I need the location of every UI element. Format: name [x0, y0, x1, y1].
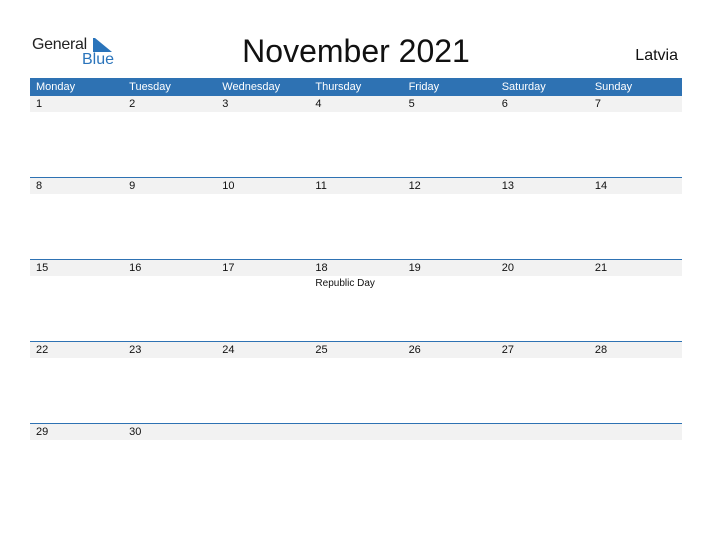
holiday-label — [30, 112, 123, 114]
day-number: 2 — [129, 98, 136, 110]
holiday-label — [403, 440, 496, 442]
day-number: 23 — [129, 344, 142, 356]
holiday-label — [123, 112, 216, 114]
day-number — [496, 424, 589, 440]
holiday-label — [496, 440, 589, 442]
holiday-label — [496, 276, 589, 289]
events-row — [30, 194, 682, 196]
weekday-label: Sunday — [594, 81, 633, 93]
date-strip: 22 23 24 25 26 27 28 — [30, 342, 682, 358]
date-strip: 29 30 — [30, 424, 682, 440]
weekday-label: Tuesday — [129, 81, 171, 93]
holiday-label — [123, 440, 216, 442]
events-row — [30, 112, 682, 114]
holiday-label — [496, 194, 589, 196]
weekday-label: Thursday — [315, 81, 362, 93]
week-row: 22 23 24 25 26 27 28 — [30, 341, 682, 423]
date-strip: 15 16 17 18 19 20 21 — [30, 260, 682, 276]
holiday-label — [216, 194, 309, 196]
day-number: 15 — [36, 262, 49, 274]
day-number: 12 — [408, 180, 421, 192]
day-number — [403, 424, 496, 440]
holiday-label — [589, 194, 682, 196]
holiday-label — [30, 194, 123, 196]
holiday-label — [309, 358, 402, 360]
holiday-label — [589, 112, 682, 114]
week-row: 29 30 — [30, 423, 682, 505]
day-number: 6 — [501, 98, 508, 110]
day-number — [216, 424, 309, 440]
day-number: 10 — [222, 180, 235, 192]
week-row: 15 16 17 18 19 20 21 Republic Day — [30, 259, 682, 341]
holiday-label — [30, 276, 123, 289]
week-row: 8 9 10 11 12 13 14 — [30, 177, 682, 259]
holiday-label — [309, 194, 402, 196]
day-number: 1 — [36, 98, 43, 110]
day-number: 18 — [315, 262, 328, 274]
holiday-label — [216, 112, 309, 114]
day-number: 3 — [222, 98, 229, 110]
day-number: 17 — [222, 262, 235, 274]
events-row — [30, 440, 682, 442]
holiday-label — [216, 440, 309, 442]
day-number: 30 — [129, 426, 142, 438]
holiday-label — [589, 358, 682, 360]
weekday-header: Monday Tuesday Wednesday Thursday Friday… — [30, 78, 682, 96]
date-strip: 8 9 10 11 12 13 14 — [30, 178, 682, 194]
day-number: 21 — [594, 262, 608, 274]
events-row — [30, 358, 682, 360]
day-number: 22 — [36, 344, 49, 356]
page-title: November 2021 — [242, 33, 470, 69]
day-number: 5 — [408, 98, 415, 110]
day-number: 29 — [36, 426, 49, 438]
holiday-label — [216, 276, 309, 289]
day-number: 27 — [501, 344, 514, 356]
day-number: 26 — [408, 344, 421, 356]
day-number — [309, 424, 402, 440]
holiday-label — [496, 358, 589, 360]
holiday-label — [496, 112, 589, 114]
holiday-label — [403, 194, 496, 196]
weekday-label: Wednesday — [222, 81, 281, 93]
holiday-label — [30, 440, 123, 442]
day-number: 16 — [129, 262, 142, 274]
day-number: 8 — [36, 180, 43, 192]
holiday-label — [30, 358, 123, 360]
holiday-label — [403, 112, 496, 114]
holiday-label — [123, 358, 216, 360]
day-number: 14 — [594, 180, 608, 192]
day-number: 9 — [129, 180, 136, 192]
weekday-label: Saturday — [501, 81, 546, 93]
day-number: 7 — [594, 98, 601, 110]
events-row: Republic Day — [30, 276, 682, 289]
holiday-label — [309, 440, 402, 442]
day-number — [589, 424, 682, 440]
weekday-label: Monday — [36, 81, 76, 93]
day-number: 24 — [222, 344, 235, 356]
holiday-label — [123, 276, 216, 289]
weekday-label: Friday — [408, 81, 440, 93]
holiday-label — [123, 194, 216, 196]
holiday-label — [403, 358, 496, 360]
calendar-grid: Monday Tuesday Wednesday Thursday Friday… — [30, 78, 682, 505]
week-row: 1 2 3 4 5 6 7 — [30, 96, 682, 177]
holiday-label — [216, 358, 309, 360]
holiday-label — [589, 440, 682, 442]
day-number: 20 — [501, 262, 514, 274]
weeks-container: 1 2 3 4 5 6 7 8 9 10 11 12 13 14 15 16 17 18 19 20 21 Republi… — [30, 96, 682, 505]
holiday-label — [403, 276, 496, 289]
country-label: Latvia — [635, 47, 678, 64]
day-number: 4 — [315, 98, 322, 110]
date-strip: 1 2 3 4 5 6 7 — [30, 96, 682, 112]
holiday-label: Republic Day — [315, 278, 375, 289]
day-number: 28 — [594, 344, 608, 356]
holiday-label — [309, 112, 402, 114]
day-number: 11 — [315, 180, 327, 192]
day-number: 25 — [315, 344, 328, 356]
holiday-label — [589, 276, 682, 289]
day-number: 13 — [501, 180, 514, 192]
day-number: 19 — [408, 262, 421, 274]
